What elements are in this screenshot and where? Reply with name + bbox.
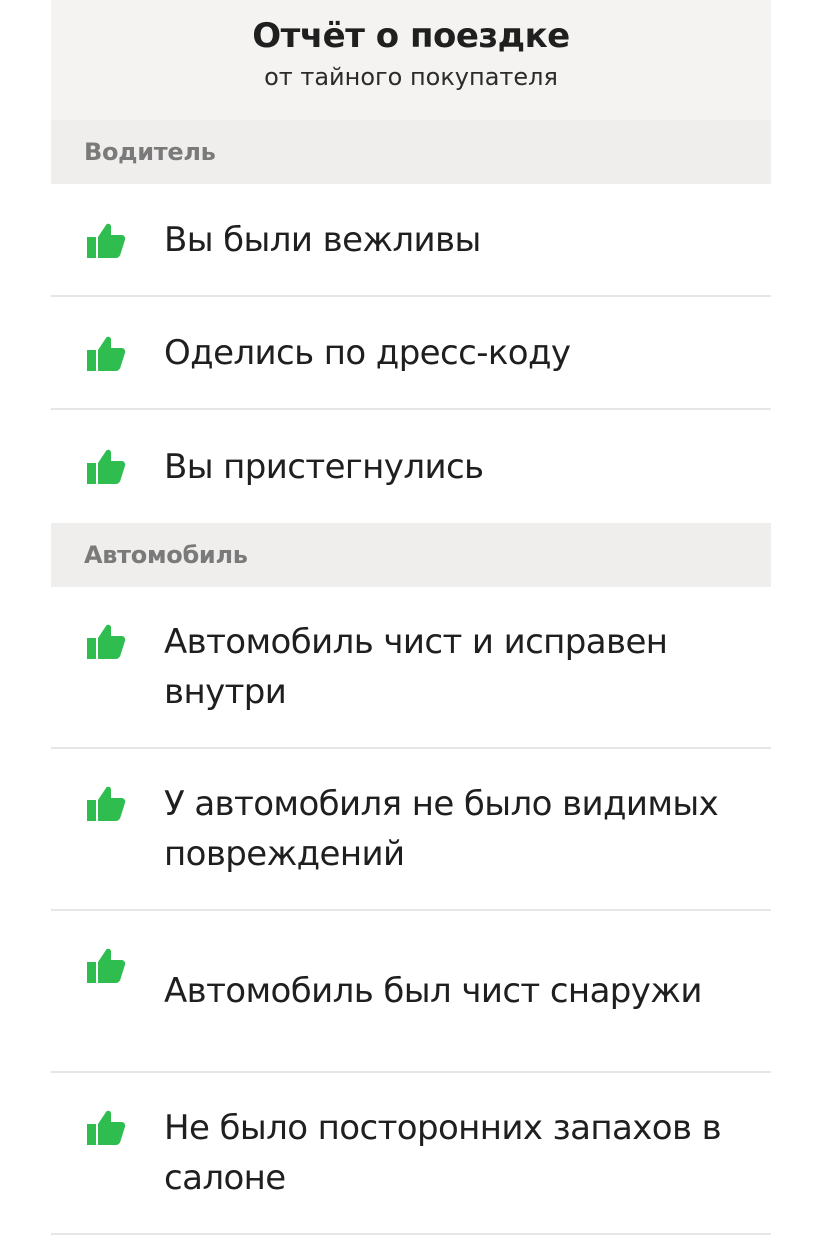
item-text: Не было посторонних запахов в салоне: [164, 1108, 722, 1198]
item-text: Вы пристегнулись: [164, 446, 484, 487]
thumbs-up-icon: [84, 218, 128, 262]
item-text: Вы были вежливы: [164, 219, 481, 260]
list-item: Оделись по дресс-коду: [51, 297, 771, 410]
list-item: Вы пристегнулись: [51, 410, 771, 523]
page-title: Отчёт о поездке: [252, 16, 570, 56]
list-item: Вы были вежливы: [51, 184, 771, 297]
item-text: Оделись по дресс-коду: [164, 332, 571, 373]
section-title: Автомобиль: [84, 541, 248, 569]
thumbs-up-icon: [84, 331, 128, 375]
page-subtitle: от тайного покупателя: [264, 63, 558, 91]
report-header: Отчёт о поездке от тайного покупателя: [51, 0, 771, 120]
thumbs-up-icon: [84, 444, 128, 488]
section-header-driver: Водитель: [51, 120, 771, 184]
thumbs-up-icon: [84, 781, 128, 825]
list-item: Автомобиль был чист снаружи: [51, 911, 771, 1073]
list-item: Автомобиль чист и исправен внутри: [51, 587, 771, 749]
item-text: Автомобиль чист и исправен внутри: [164, 622, 668, 712]
list-item: У автомобиля не было видимых повреждений: [51, 749, 771, 911]
thumbs-up-icon: [84, 1105, 128, 1149]
section-header-car: Автомобиль: [51, 523, 771, 587]
list-item: Не было посторонних запахов в салоне: [51, 1073, 771, 1235]
item-text: Автомобиль был чист снаружи: [164, 971, 702, 1011]
section-title: Водитель: [84, 138, 216, 166]
trip-report: Отчёт о поездке от тайного покупателя Во…: [51, 0, 771, 1235]
thumbs-up-icon: [84, 943, 128, 987]
thumbs-up-icon: [84, 619, 128, 663]
item-text: У автомобиля не было видимых повреждений: [164, 784, 719, 874]
